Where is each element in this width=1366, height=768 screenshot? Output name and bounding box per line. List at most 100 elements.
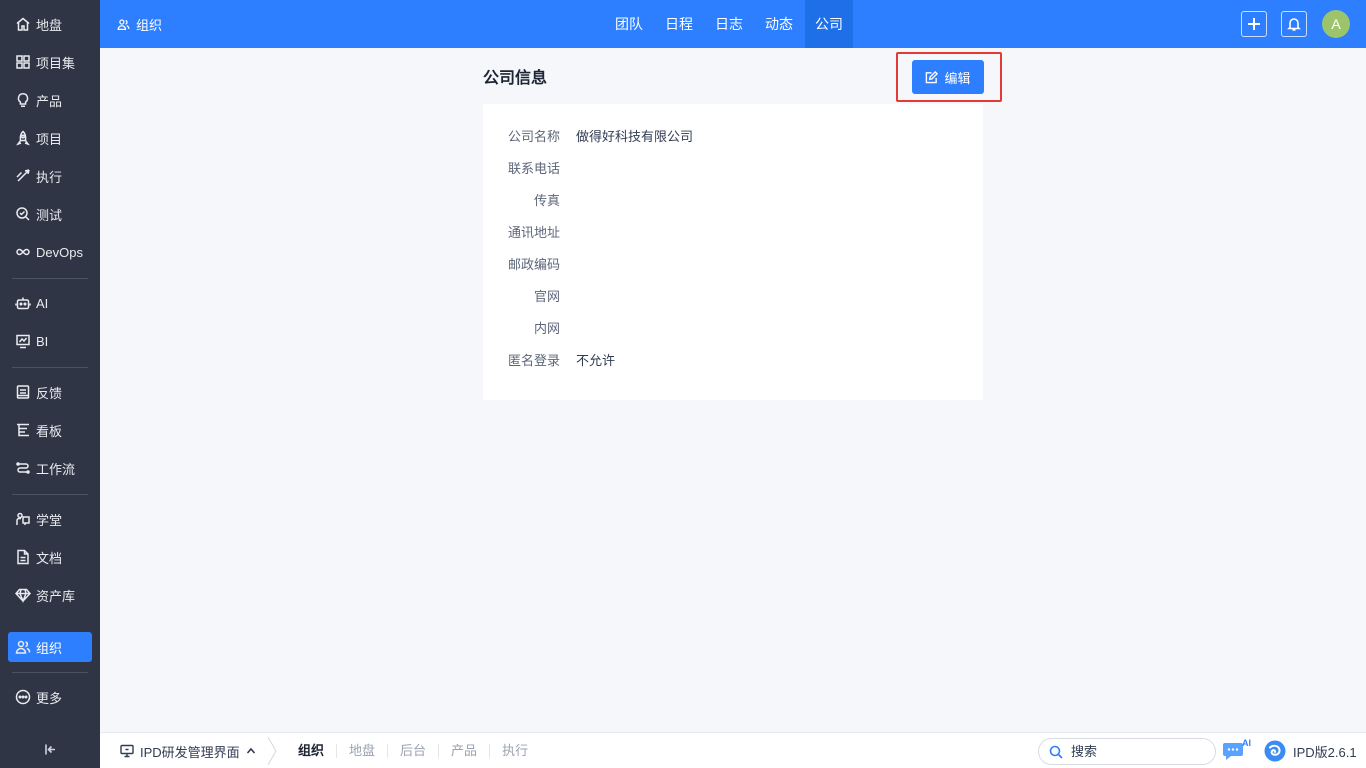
sidebar-item-kanban[interactable]: 看板	[8, 415, 92, 445]
feedback-icon	[15, 384, 31, 400]
breadcrumb-execution[interactable]: 执行	[489, 744, 540, 758]
workflow-icon	[15, 460, 31, 476]
search-icon	[1049, 745, 1063, 759]
tab-company[interactable]: 公司	[805, 0, 853, 48]
sidebar-item-workflow[interactable]: 工作流	[8, 453, 92, 483]
sidebar-item-ai[interactable]: AI	[8, 288, 92, 318]
edit-button-label: 编辑	[944, 70, 971, 86]
tab-dynamic[interactable]: 动态	[755, 0, 803, 48]
header-tabs: 团队 日程 日志 动态 公司	[604, 0, 854, 48]
ai-chat-button[interactable]: AI	[1222, 738, 1254, 764]
sidebar-item-label: 更多	[36, 690, 63, 706]
rocket-icon	[15, 130, 31, 146]
field-row-fax: 传真	[483, 189, 576, 209]
sidebar-item-program[interactable]: 项目集	[8, 47, 92, 77]
sidebar-item-label: 学堂	[36, 512, 63, 528]
avatar[interactable]: A	[1322, 10, 1350, 38]
bell-icon	[1287, 18, 1301, 31]
sidebar-item-test[interactable]: 测试	[8, 199, 92, 229]
sidebar-item-feedback[interactable]: 反馈	[8, 377, 92, 407]
breadcrumb-admin[interactable]: 后台	[387, 744, 438, 758]
sidebar-item-bi[interactable]: BI	[8, 326, 92, 356]
sidebar-item-label: 文档	[36, 550, 63, 566]
plus-icon	[1248, 18, 1260, 30]
notification-button[interactable]	[1281, 11, 1307, 37]
sidebar-item-school[interactable]: 学堂	[8, 504, 92, 534]
header-title: 组织	[117, 0, 162, 48]
infinity-icon	[15, 244, 31, 260]
sidebar-item-label: 反馈	[36, 385, 63, 401]
search-input[interactable]	[1071, 744, 1191, 759]
grid-icon	[15, 54, 31, 70]
sidebar-item-execution[interactable]: 执行	[8, 161, 92, 191]
sidebar-item-label: 执行	[36, 169, 63, 185]
app-switch-button[interactable]: IPD研发管理界面	[120, 733, 256, 768]
field-value: 做得好科技有限公司	[576, 128, 694, 144]
field-label: 通讯地址	[507, 224, 560, 240]
sidebar-divider	[12, 494, 88, 495]
field-row-company-name: 公司名称 做得好科技有限公司	[483, 125, 693, 145]
page-title: 公司信息	[483, 70, 548, 87]
field-row-zipcode: 邮政编码	[483, 253, 576, 273]
sidebar-collapse-button[interactable]	[40, 739, 60, 759]
field-label: 联系电话	[507, 160, 560, 176]
field-row-website: 官网	[483, 285, 576, 305]
breadcrumb-product[interactable]: 产品	[438, 744, 489, 758]
field-value: 不允许	[576, 352, 616, 368]
monitor-icon	[120, 744, 134, 758]
ai-tag: AI	[1242, 738, 1251, 748]
breadcrumb-org[interactable]: 组织	[286, 744, 336, 758]
sidebar-item-org[interactable]: 组织	[8, 632, 92, 662]
more-icon	[15, 689, 31, 705]
sidebar-divider	[12, 278, 88, 279]
tab-log[interactable]: 日志	[705, 0, 753, 48]
bulb-icon	[15, 92, 31, 108]
sidebar-item-label: 资产库	[36, 588, 76, 604]
top-header: 组织 团队 日程 日志 动态 公司 A	[100, 0, 1366, 48]
sidebar-item-label: 看板	[36, 423, 63, 439]
sidebar: 地盘 项目集 产品 项目 执行 测试 DevOps AI BI 反馈 看板 工作…	[0, 0, 100, 768]
school-icon	[15, 511, 31, 527]
breadcrumb-separator	[266, 736, 280, 766]
field-label: 匿名登录	[507, 352, 560, 368]
sidebar-item-label: 项目	[36, 131, 63, 147]
sidebar-item-devops[interactable]: DevOps	[8, 237, 92, 267]
sidebar-item-dashboard[interactable]: 地盘	[8, 9, 92, 39]
header-title-text: 组织	[136, 17, 163, 33]
robot-icon	[15, 295, 31, 311]
chart-icon	[15, 333, 31, 349]
footer-bar: IPD研发管理界面 组织 地盘 后台 产品 执行 AI IPD版2.6.1	[100, 732, 1366, 768]
version-label: IPD版2.6.1	[1293, 744, 1357, 760]
field-row-intranet: 内网	[483, 317, 576, 337]
breadcrumb-dashboard[interactable]: 地盘	[336, 744, 387, 758]
users-icon	[15, 639, 31, 655]
create-button[interactable]	[1241, 11, 1267, 37]
field-label: 传真	[533, 192, 560, 208]
sidebar-item-product[interactable]: 产品	[8, 85, 92, 115]
sidebar-item-label: DevOps	[36, 244, 83, 260]
zentao-logo-icon	[1264, 740, 1286, 762]
search-box[interactable]	[1038, 738, 1216, 765]
sidebar-item-label: AI	[36, 295, 49, 311]
main-content: 公司信息 编辑 公司名称 做得好科技有限公司 联系电话 传真 通讯地址 邮政编码…	[100, 48, 1366, 732]
field-row-address: 通讯地址	[483, 221, 576, 241]
sidebar-item-label: 项目集	[36, 55, 76, 71]
sidebar-item-label: 测试	[36, 207, 63, 223]
sidebar-divider	[12, 672, 88, 673]
sidebar-item-project[interactable]: 项目	[8, 123, 92, 153]
edit-button[interactable]: 编辑	[912, 60, 984, 94]
sidebar-item-label: BI	[36, 333, 49, 349]
run-icon	[15, 168, 31, 184]
sidebar-item-more[interactable]: 更多	[8, 682, 92, 712]
sidebar-item-assets[interactable]: 资产库	[8, 580, 92, 610]
edit-icon	[926, 70, 939, 83]
sidebar-item-label: 地盘	[36, 17, 63, 33]
tab-team[interactable]: 团队	[605, 0, 653, 48]
field-row-guest-login: 匿名登录 不允许	[483, 349, 615, 369]
sidebar-divider	[12, 367, 88, 368]
tab-calendar[interactable]: 日程	[655, 0, 703, 48]
version-info: IPD版2.6.1	[1263, 733, 1357, 768]
field-label: 内网	[533, 320, 560, 336]
sidebar-item-doc[interactable]: 文档	[8, 542, 92, 572]
field-label: 公司名称	[507, 128, 560, 144]
